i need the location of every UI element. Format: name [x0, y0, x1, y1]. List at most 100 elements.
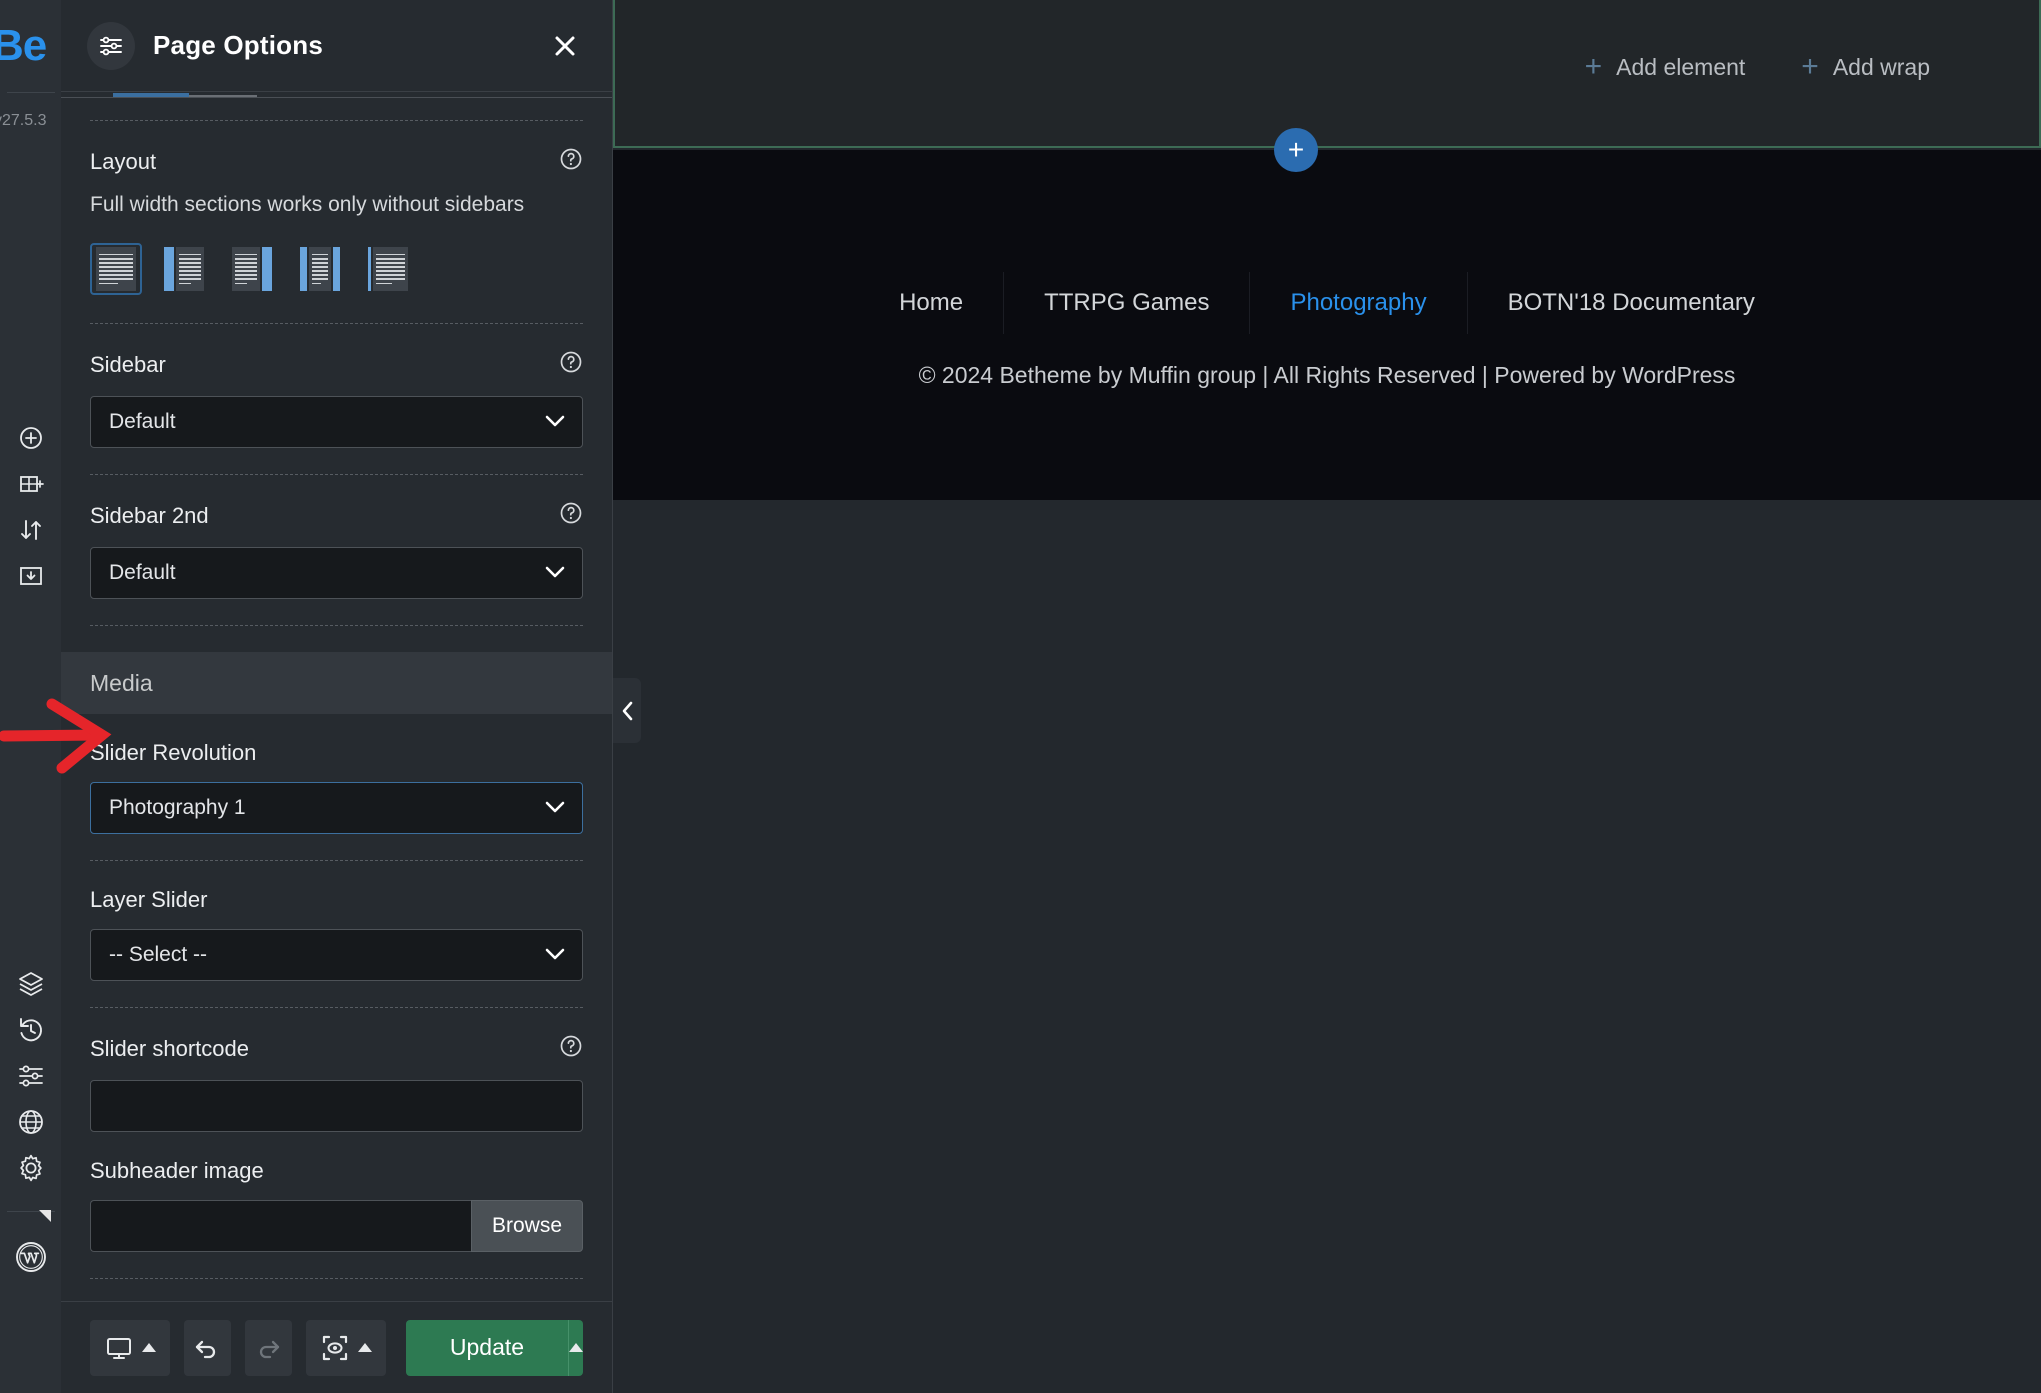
rail-import-button[interactable] — [0, 553, 61, 599]
slider-revolution-label: Slider Revolution — [90, 740, 257, 765]
subheader-image-field: Subheader image Browse — [61, 1132, 612, 1252]
sidebar-field: Sidebar Default — [61, 324, 612, 448]
corner-marker-icon — [39, 1210, 51, 1222]
question-circle-icon[interactable] — [559, 350, 583, 380]
layout-option-full-width[interactable] — [90, 243, 142, 295]
sidebar-select-value: Default — [109, 410, 176, 433]
subheader-image-label: Subheader image — [90, 1158, 264, 1183]
site-nav-item-current[interactable]: Photography — [1249, 272, 1466, 334]
add-section-button[interactable]: + — [1274, 128, 1318, 172]
add-section-icon — [19, 476, 44, 492]
slider-revolution-value: Photography 1 — [109, 796, 246, 819]
rail-settings-button[interactable] — [0, 1145, 61, 1191]
add-wrap-button[interactable]: + Add wrap — [1801, 52, 1930, 82]
chevron-down-icon — [544, 561, 566, 585]
layer-slider-field: Layer Slider -- Select -- — [61, 861, 612, 981]
rail-history-button[interactable] — [0, 1007, 61, 1053]
panel-title-badge — [87, 21, 135, 70]
panel-title: Page Options — [153, 30, 323, 60]
layout-option-thin-left-sidebar[interactable] — [362, 243, 414, 295]
rail-layers-button[interactable] — [0, 961, 61, 1007]
layout-option-both-sidebars[interactable] — [294, 243, 346, 295]
site-nav-item[interactable]: TTRPG Games — [1003, 272, 1249, 334]
undo-button[interactable] — [184, 1319, 231, 1376]
layout-label: Layout — [90, 149, 157, 174]
layout-option-right-sidebar[interactable] — [226, 243, 278, 295]
responsive-preview-button[interactable] — [90, 1319, 170, 1376]
rail-add-section-button[interactable] — [0, 461, 61, 507]
caret-up-icon — [568, 1343, 583, 1352]
chevron-down-icon — [544, 410, 566, 434]
rail-add-circle-button[interactable] — [0, 415, 61, 461]
sidebar-2nd-label: Sidebar 2nd — [90, 503, 209, 528]
slider-revolution-field: Slider Revolution Photography 1 — [61, 714, 612, 834]
close-panel-button[interactable] — [548, 29, 582, 63]
question-circle-icon[interactable] — [559, 1034, 583, 1064]
chevron-down-icon — [544, 943, 566, 967]
layout-options — [90, 243, 583, 323]
sidebar-label: Sidebar — [90, 352, 166, 377]
sidebar-2nd-field: Sidebar 2nd Default — [61, 475, 612, 599]
preview-eye-icon — [322, 1335, 348, 1360]
gear-icon — [19, 1154, 42, 1182]
panel-header: Page Options — [61, 0, 612, 92]
rail-wordpress-button[interactable] — [0, 1210, 61, 1280]
add-wrap-label: Add wrap — [1832, 53, 1930, 80]
tab-active-indicator — [113, 93, 189, 97]
monitor-icon — [107, 1337, 131, 1359]
divider — [90, 625, 583, 626]
subheader-image-input[interactable] — [90, 1200, 471, 1252]
plus-icon: + — [1801, 50, 1819, 83]
redo-icon — [260, 1340, 280, 1358]
update-button-group: Update — [405, 1319, 583, 1376]
preview-mode-button[interactable] — [305, 1319, 386, 1376]
options-icon — [18, 1065, 43, 1087]
layer-slider-label: Layer Slider — [90, 887, 208, 912]
add-element-label: Add element — [1616, 53, 1746, 80]
site-copyright: © 2024 Betheme by Muffin group | All Rig… — [918, 362, 1736, 388]
caret-up-icon — [357, 1343, 372, 1352]
globe-icon — [18, 1110, 43, 1134]
caret-up-icon — [142, 1343, 156, 1352]
site-nav: Home TTRPG Games Photography BOTN'18 Doc… — [613, 272, 2041, 334]
import-icon — [19, 567, 42, 585]
version-label: v27.5.3 — [0, 112, 47, 129]
add-element-button[interactable]: + Add element — [1585, 52, 1746, 82]
slider-revolution-select[interactable]: Photography 1 — [90, 782, 583, 834]
redo-button[interactable] — [244, 1319, 292, 1376]
panel-scroll-body[interactable]: Layout Full width sections works only wi… — [61, 98, 612, 1301]
sidebar-2nd-select[interactable]: Default — [90, 547, 583, 599]
page-options-panel: Page Options Layout Full width sections … — [61, 0, 613, 1393]
rail-reorder-button[interactable] — [0, 507, 61, 553]
question-circle-icon[interactable] — [559, 501, 583, 531]
slider-shortcode-label: Slider shortcode — [90, 1036, 249, 1061]
layer-slider-select[interactable]: -- Select -- — [90, 929, 583, 981]
panel-collapse-button[interactable] — [613, 678, 641, 743]
chevron-left-icon — [622, 701, 633, 720]
tab-inactive-indicator — [189, 95, 257, 97]
layers-icon — [18, 972, 43, 996]
layout-description: Full width sections works only without s… — [90, 193, 525, 216]
sidebar-2nd-select-value: Default — [109, 561, 176, 584]
site-nav-item[interactable]: BOTN'18 Documentary — [1466, 272, 1795, 334]
layer-slider-value: -- Select -- — [109, 943, 208, 966]
rail-globe-button[interactable] — [0, 1099, 61, 1145]
slider-shortcode-input[interactable] — [90, 1080, 583, 1132]
update-button[interactable]: Update — [406, 1320, 568, 1376]
sidebar-select[interactable]: Default — [90, 396, 583, 448]
layout-option-left-sidebar[interactable] — [158, 243, 210, 295]
undo-icon — [196, 1340, 216, 1358]
betheme-logo: Be — [0, 21, 47, 70]
site-nav-item[interactable]: Home — [859, 272, 1003, 334]
betheme-page-builder: + Add element + Add wrap + Home TTRPG Ga… — [0, 0, 2041, 1393]
site-footer-preview: Home TTRPG Games Photography BOTN'18 Doc… — [613, 150, 2041, 500]
sliders-icon — [100, 36, 122, 55]
question-circle-icon[interactable] — [559, 147, 583, 177]
plus-icon: + — [1584, 50, 1603, 83]
update-options-button[interactable] — [568, 1320, 583, 1376]
browse-button[interactable]: Browse — [470, 1200, 583, 1252]
add-circle-icon — [19, 427, 42, 449]
rail-options-button[interactable] — [0, 1053, 61, 1099]
wordpress-icon — [15, 1242, 46, 1272]
media-section-header: Media — [61, 652, 612, 714]
